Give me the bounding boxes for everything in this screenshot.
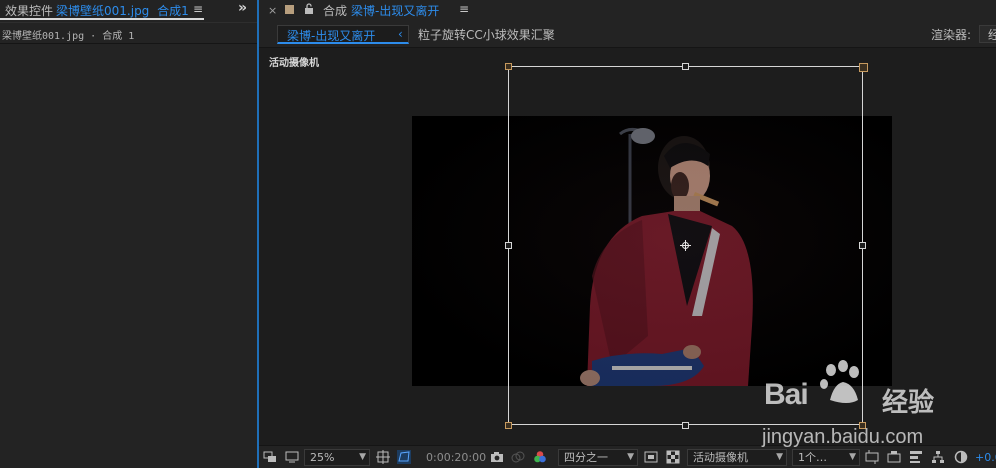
composition-navigator-bar: 梁博-出现又离开 ‹ 粒子旋转CC小球效果汇聚 渲染器: 经典 (259, 22, 996, 48)
transform-handle-top-right[interactable] (859, 63, 868, 72)
effect-controls-tabbar: 效果控件 梁博壁纸001.jpg 合成1 ≡ » (0, 0, 257, 22)
region-of-interest-icon[interactable] (644, 450, 658, 464)
watermark-suffix: 经验 (882, 388, 935, 418)
divider (0, 22, 257, 23)
transform-handle-bottom-left[interactable] (505, 422, 512, 429)
active-tab-underline (0, 18, 204, 20)
flowchart-other-comp[interactable]: 粒子旋转CC小球效果汇聚 (418, 26, 555, 43)
resolution-value: 四分之一 (564, 451, 608, 464)
transform-handle-bottom[interactable] (682, 422, 689, 429)
renderer-select[interactable]: 经典 (979, 25, 996, 43)
watermark-brand: Bai (764, 378, 809, 411)
active-camera-label: 活动摄像机 (269, 58, 319, 69)
magnification-select[interactable]: 25% ▼ (304, 449, 370, 466)
panel-expand-icon[interactable]: » (238, 0, 247, 16)
paw-logo (820, 360, 859, 403)
mask-path-visibility-icon[interactable] (397, 450, 411, 464)
effect-controls-tab-comp: 合成1 (157, 4, 189, 18)
effect-controls-tab-layer: 梁博壁纸001.jpg (56, 4, 150, 18)
transform-handle-right[interactable] (859, 242, 866, 249)
composition-tabbar: × 合成 梁博-出现又离开 ≡ (259, 0, 996, 22)
current-time-display[interactable]: 0:00:20:00 (426, 451, 486, 464)
3d-view-value: 活动摄像机 (693, 451, 748, 464)
chevron-down-icon: ▼ (627, 452, 634, 462)
panel-menu-icon[interactable]: ≡ (193, 2, 203, 16)
composition-tab-prefix: 合成 (323, 4, 348, 18)
effect-controls-layer-path: 梁博壁纸001.jpg · 合成 1 (2, 31, 135, 42)
transform-handle-left[interactable] (505, 242, 512, 249)
watermark-url: jingyan.baidu.com (762, 426, 924, 448)
color-channels-icon[interactable] (533, 450, 547, 464)
baidu-jingyan-watermark: Bai 经验 jingyan.baidu.com (754, 360, 984, 460)
grid-guides-icon[interactable] (376, 450, 390, 464)
resolution-select[interactable]: 四分之一 ▼ (558, 449, 638, 466)
always-preview-icon[interactable] (263, 450, 277, 464)
composition-tab-name: 梁博-出现又离开 (351, 4, 440, 18)
renderer-label: 渲染器: (931, 28, 972, 42)
flowchart-active-comp[interactable]: 梁博-出现又离开 ‹ (277, 25, 409, 44)
transform-handle-top-left[interactable] (505, 63, 512, 70)
composition-tab[interactable]: 合成 梁博-出现又离开 (323, 2, 439, 19)
anchor-point-icon[interactable] (680, 240, 691, 251)
close-tab-icon[interactable]: × (268, 4, 277, 17)
effect-controls-panel: 效果控件 梁博壁纸001.jpg 合成1 ≡ » 梁博壁纸001.jpg · 合成… (0, 0, 257, 468)
effect-controls-tab-label: 效果控件 (5, 4, 54, 18)
magnification-value: 25% (310, 451, 335, 464)
lock-icon[interactable] (304, 3, 314, 15)
divider (0, 43, 257, 44)
chevron-left-icon[interactable]: ‹ (398, 27, 403, 41)
monitor-icon[interactable] (285, 450, 299, 464)
transparency-grid-icon[interactable] (666, 450, 680, 464)
chevron-down-icon: ▼ (359, 452, 366, 462)
camera-snapshot-icon[interactable] (490, 450, 504, 464)
show-snapshot-icon[interactable] (511, 450, 525, 464)
transform-handle-top[interactable] (682, 63, 689, 70)
comp-color-swatch (285, 5, 294, 14)
flowchart-active-label: 梁博-出现又离开 (287, 29, 376, 43)
panel-menu-icon[interactable]: ≡ (459, 2, 469, 16)
